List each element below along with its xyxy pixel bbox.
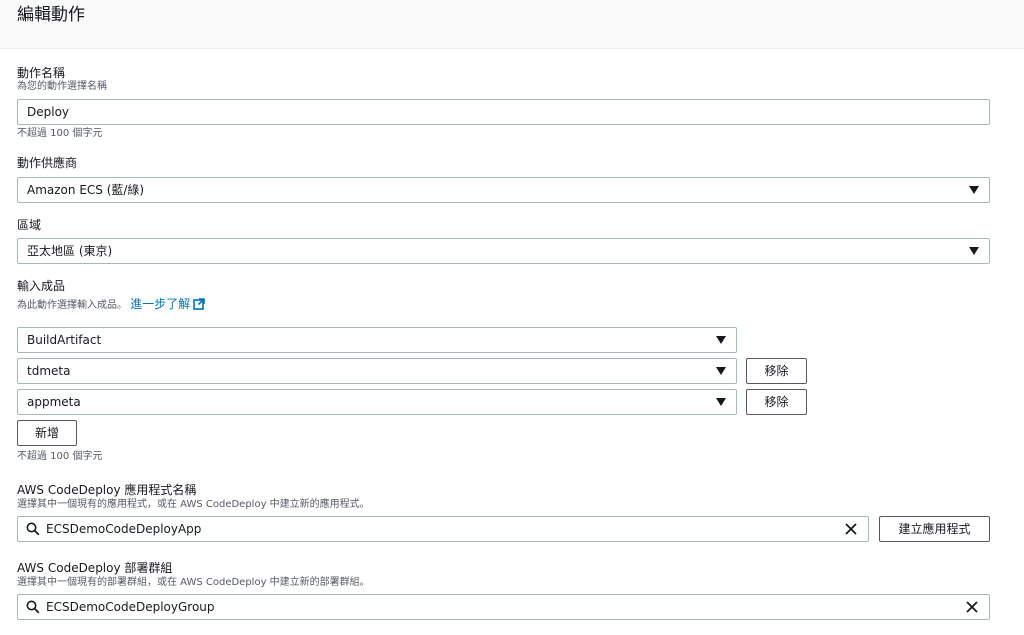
region-value: 亞太地區 (東京) <box>27 244 113 258</box>
codedeploy-app-value: ECSDemoCodeDeployApp <box>46 522 202 536</box>
input-artifact-select-1[interactable]: BuildArtifact <box>17 327 737 353</box>
caret-down-icon <box>716 367 726 375</box>
remove-artifact-button[interactable]: 移除 <box>746 358 807 384</box>
action-name-hint: 不超過 100 個字元 <box>17 128 103 139</box>
input-artifact-select-3[interactable]: appmeta <box>17 389 737 415</box>
action-name-label: 動作名稱 <box>17 66 66 80</box>
input-artifact-select-2[interactable]: tdmeta <box>17 358 737 384</box>
action-name-description: 為您的動作選擇名稱 <box>17 81 107 92</box>
caret-down-icon <box>969 247 979 255</box>
learn-more-link[interactable]: 進一步了解 <box>130 297 206 311</box>
input-artifacts-description: 為此動作選擇輸入成品。 <box>17 300 127 311</box>
page-title: 編輯動作 <box>17 5 85 25</box>
codedeploy-group-value: ECSDemoCodeDeployGroup <box>46 600 215 614</box>
create-application-button[interactable]: 建立應用程式 <box>879 516 990 542</box>
caret-down-icon <box>969 186 979 194</box>
add-artifact-button[interactable]: 新增 <box>17 420 77 446</box>
input-artifact-value: tdmeta <box>27 364 71 378</box>
codedeploy-app-description: 選擇其中一個現有的應用程式，或在 AWS CodeDeploy 中建立新的應用程… <box>17 499 370 510</box>
codedeploy-group-description: 選擇其中一個現有的部署群組，或在 AWS CodeDeploy 中建立新的部署群… <box>17 577 370 588</box>
action-provider-value: Amazon ECS (藍/綠) <box>27 183 145 197</box>
codedeploy-app-label: AWS CodeDeploy 應用程式名稱 <box>17 483 197 497</box>
codedeploy-group-label: AWS CodeDeploy 部署群組 <box>17 561 173 575</box>
caret-down-icon <box>716 398 726 406</box>
close-icon[interactable] <box>965 600 979 614</box>
input-artifact-value: appmeta <box>27 395 81 409</box>
remove-artifact-button[interactable]: 移除 <box>746 389 807 415</box>
action-provider-label: 動作供應商 <box>17 156 78 170</box>
learn-more-text: 進一步了解 <box>130 297 191 311</box>
input-artifacts-label: 輸入成品 <box>17 279 66 293</box>
region-label: 區域 <box>17 218 42 232</box>
codedeploy-group-search-input[interactable]: ECSDemoCodeDeployGroup <box>17 594 990 620</box>
region-select[interactable]: 亞太地區 (東京) <box>17 238 990 264</box>
action-provider-select[interactable]: Amazon ECS (藍/綠) <box>17 177 990 203</box>
search-icon <box>26 600 40 614</box>
search-icon <box>26 522 40 536</box>
caret-down-icon <box>716 336 726 344</box>
input-artifacts-hint: 不超過 100 個字元 <box>17 451 103 462</box>
close-icon[interactable] <box>844 522 858 536</box>
external-link-icon <box>193 298 206 310</box>
action-name-input[interactable]: Deploy <box>17 99 990 125</box>
input-artifact-value: BuildArtifact <box>27 333 102 347</box>
page-header: 編輯動作 <box>0 0 1024 49</box>
codedeploy-app-search-input[interactable]: ECSDemoCodeDeployApp <box>17 516 869 542</box>
action-name-value: Deploy <box>27 105 70 119</box>
input-artifacts-description-row: 為此動作選擇輸入成品。 進一步了解 <box>17 296 206 314</box>
